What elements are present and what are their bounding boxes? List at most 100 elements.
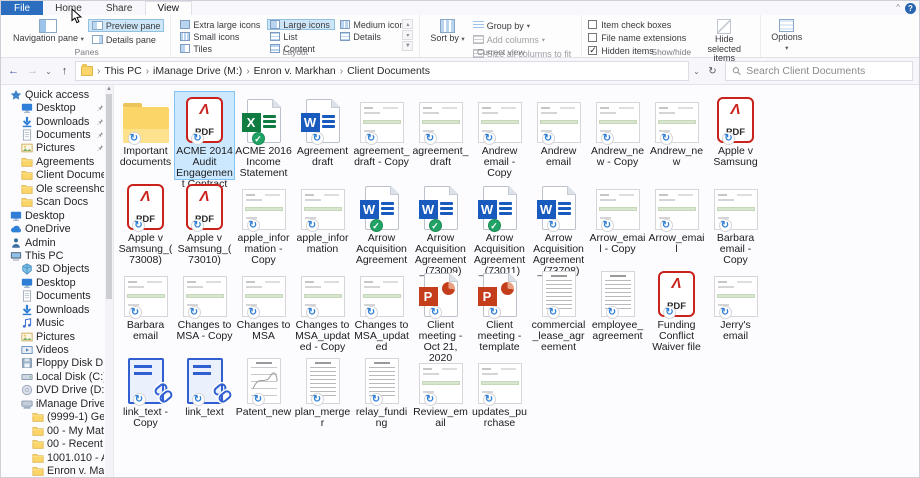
hide-selected-items-button[interactable]: Hide selected items	[694, 17, 754, 66]
sidebar-scrollbar[interactable]: ▲	[105, 85, 113, 477]
file-item-commercial-lease-agreement[interactable]: ↻commercial_lease_agreement	[529, 266, 588, 353]
file-item-andrew-new[interactable]: ↻Andrew_new	[647, 92, 706, 179]
file-item-acme-2016-income-statement[interactable]: X✓ACME 2016 Income Statement	[234, 92, 293, 179]
file-item-funding-conflict-waiver-file[interactable]: ΛPDF↻Funding Conflict Waiver file	[647, 266, 706, 353]
file-item-client-meeting-template[interactable]: P↻Client meeting - template	[470, 266, 529, 353]
sidebar-item-desktop[interactable]: Desktop	[1, 276, 113, 289]
gallery-up-icon[interactable]: ▴	[402, 19, 413, 29]
checkbox-item-check-boxes[interactable]: Item check boxes	[588, 19, 686, 30]
options-button[interactable]: Options▾	[767, 17, 806, 55]
layout-option-small-icons[interactable]: Small icons	[177, 31, 265, 42]
file-item-agreement-draft[interactable]: W↻Agreement draft	[293, 92, 352, 179]
sidebar-item-scan-docs[interactable]: Scan Docs	[1, 196, 113, 209]
file-item-link-text-copy[interactable]: ↻link_text - Copy	[116, 353, 175, 440]
sidebar-item-downloads[interactable]: Downloads	[1, 303, 113, 316]
file-item-arrow-acquisition-agreement[interactable]: W✓Arrow Acquisition Agreement	[352, 179, 411, 266]
file-item-barbara-email-copy[interactable]: ↻Barbara email - Copy	[706, 179, 765, 266]
file-item-agreement-draft-copy[interactable]: ↻agreement_draft - Copy	[352, 92, 411, 179]
layout-option-details[interactable]: Details	[337, 31, 399, 42]
file-item-changes-to-msa[interactable]: ↻Changes to MSA	[234, 266, 293, 353]
sidebar-item-quick-access[interactable]: Quick access	[1, 88, 113, 101]
file-item-changes-to-msa-updated[interactable]: ↻Changes to MSA_updated	[352, 266, 411, 353]
sidebar-item-dvd-drive-d-[interactable]: DVD Drive (D:)	[1, 384, 113, 397]
sidebar-item-ole-screenshots[interactable]: Ole screenshots	[1, 182, 113, 195]
sidebar-item-documents[interactable]: Documents	[1, 290, 113, 303]
address-box[interactable]: ›This PC›iManage Drive (M:)›Enron v. Mar…	[75, 61, 689, 81]
file-item-arrow-acquisition-agreement-73009-[interactable]: W✓Arrow Acquisition Agreement_(73009)	[411, 179, 470, 266]
file-item-apple-v-samsung[interactable]: ΛPDF↻Apple v Samsung	[706, 92, 765, 179]
sidebar-item-this-pc[interactable]: This PC	[1, 249, 113, 262]
file-item-plan-merger[interactable]: ↻plan_merger	[293, 353, 352, 440]
file-item-arrow-acquisition-agreement-73708-[interactable]: W↻Arrow Acquisition Agreement_(73708)	[529, 179, 588, 266]
sidebar-item-client-documents[interactable]: Client Documents	[1, 169, 113, 182]
help-icon[interactable]: ?	[905, 3, 916, 14]
navigation-pane-button[interactable]: Navigation pane ▾	[9, 17, 88, 47]
sidebar-item-3d-objects[interactable]: 3D Objects	[1, 263, 113, 276]
sidebar-item--9999-1-general-projec[interactable]: (9999-1) General Projec	[1, 411, 113, 424]
layout-option-list[interactable]: List	[267, 31, 335, 42]
breadcrumb-item[interactable]: iManage Drive (M:)	[151, 65, 244, 77]
breadcrumb-item[interactable]: This PC	[102, 65, 143, 77]
file-item-apple-information[interactable]: ↻apple_information	[293, 179, 352, 266]
scrollbar-thumb[interactable]	[106, 94, 112, 299]
file-item-apple-v-samsung-73010-[interactable]: ΛPDF↻Apple v Samsung_(73010)	[175, 179, 234, 266]
tab-home[interactable]: Home	[43, 1, 94, 15]
file-item-arrow-email-copy[interactable]: ↻Arrow_email - Copy	[588, 179, 647, 266]
sort-by-button[interactable]: Sort by ▾	[426, 17, 468, 47]
group-by-button[interactable]: Group by ▾	[469, 19, 576, 32]
file-item-employee-agreement[interactable]: ↻employee_agreement	[588, 266, 647, 353]
sidebar-item-00-my-matters[interactable]: 00 - My Matters	[1, 424, 113, 437]
breadcrumb-item[interactable]: Enron v. Markhan	[252, 65, 338, 77]
layout-option-extra-large-icons[interactable]: Extra large icons	[177, 19, 265, 30]
sidebar-item-00-recent-matters[interactable]: 00 - Recent Matters	[1, 437, 113, 450]
tab-view[interactable]: View	[145, 1, 193, 15]
file-item-arrow-email[interactable]: ↻Arrow_email	[647, 179, 706, 266]
file-item-patent-new[interactable]: ↻Patent_new	[234, 353, 293, 440]
sidebar-item-desktop[interactable]: Desktop	[1, 101, 113, 114]
file-item-relay-funding[interactable]: ↻relay_funding	[352, 353, 411, 440]
file-item-andrew-email-copy[interactable]: ↻Andrew email - Copy	[470, 92, 529, 179]
sidebar-item-downloads[interactable]: Downloads	[1, 115, 113, 128]
file-item-jerry-s-email[interactable]: ↻Jerry's email	[706, 266, 765, 353]
file-item-apple-v-samsung-73008-[interactable]: ΛPDF↻Apple v Samsung_(73008)	[116, 179, 175, 266]
layout-option-medium-icons[interactable]: Medium icons	[337, 19, 399, 30]
sidebar-item-admin[interactable]: Admin	[1, 236, 113, 249]
checkbox-file-name-extensions[interactable]: File name extensions	[588, 32, 686, 43]
file-item-changes-to-msa-copy[interactable]: ↻Changes to MSA - Copy	[175, 266, 234, 353]
file-item-acme-2014-audit-engagement-contract-1-[interactable]: ΛPDF↻ACME 2014 Audit Engagement Contract…	[175, 92, 234, 179]
file-item-link-text[interactable]: ↻link_text	[175, 353, 234, 440]
sidebar-item-documents[interactable]: Documents	[1, 128, 113, 141]
sidebar-item-onedrive[interactable]: OneDrive	[1, 222, 113, 235]
tab-file[interactable]: File	[1, 1, 43, 15]
scrollbar-up-icon[interactable]: ▲	[105, 85, 113, 94]
file-item-arrow-acquisition-agreement-73011-[interactable]: W✓Arrow Acquisition Agreement_(73011)	[470, 179, 529, 266]
add-columns-button[interactable]: Add columns ▾	[469, 33, 576, 46]
file-item-barbara-email[interactable]: ↻Barbara email	[116, 266, 175, 353]
recent-locations-dropdown-icon[interactable]: ⌄	[43, 62, 54, 80]
up-button[interactable]: ↑	[56, 62, 73, 80]
sidebar-item-local-disk-c-[interactable]: Local Disk (C:)	[1, 370, 113, 383]
file-item-agreement-draft[interactable]: ↻agreement_draft	[411, 92, 470, 179]
sidebar-item-videos[interactable]: Videos	[1, 343, 113, 356]
preview-pane-button[interactable]: Preview pane	[88, 19, 165, 32]
forward-button[interactable]: →	[24, 62, 41, 80]
file-item-changes-to-msa-updated-copy[interactable]: ↻Changes to MSA_updated - Copy	[293, 266, 352, 353]
sidebar-item-music[interactable]: Music	[1, 316, 113, 329]
file-item-apple-information-copy[interactable]: ↻apple_information - Copy	[234, 179, 293, 266]
sidebar-item-floppy-disk-drive-a-[interactable]: Floppy Disk Drive (A:)	[1, 357, 113, 370]
file-item-andrew-email[interactable]: ↻Andrew email	[529, 92, 588, 179]
file-item-andrew-new-copy[interactable]: ↻Andrew_new - Copy	[588, 92, 647, 179]
sidebar-item-pictures[interactable]: Pictures	[1, 142, 113, 155]
sidebar-item-1001-010-arrow-comp[interactable]: 1001.010 - Arrow Comp	[1, 451, 113, 464]
sidebar-item-enron-v-markhan[interactable]: Enron v. Markhan	[1, 464, 113, 477]
breadcrumb-item[interactable]: Client Documents	[345, 65, 432, 77]
tab-share[interactable]: Share	[94, 1, 145, 15]
file-item-important-documents[interactable]: ↻Important documents	[116, 92, 175, 179]
file-item-client-meeting-oct-21-2020[interactable]: P↻Client meeting - Oct 21, 2020	[411, 266, 470, 353]
file-item-review-email[interactable]: ↻Review_email	[411, 353, 470, 440]
file-item-updates-purchase[interactable]: ↻updates_purchase	[470, 353, 529, 440]
search-input[interactable]	[746, 65, 906, 77]
minimize-ribbon-icon[interactable]: ^	[896, 4, 900, 12]
sidebar-item-agreements[interactable]: Agreements	[1, 155, 113, 168]
back-button[interactable]: ←	[5, 62, 22, 80]
